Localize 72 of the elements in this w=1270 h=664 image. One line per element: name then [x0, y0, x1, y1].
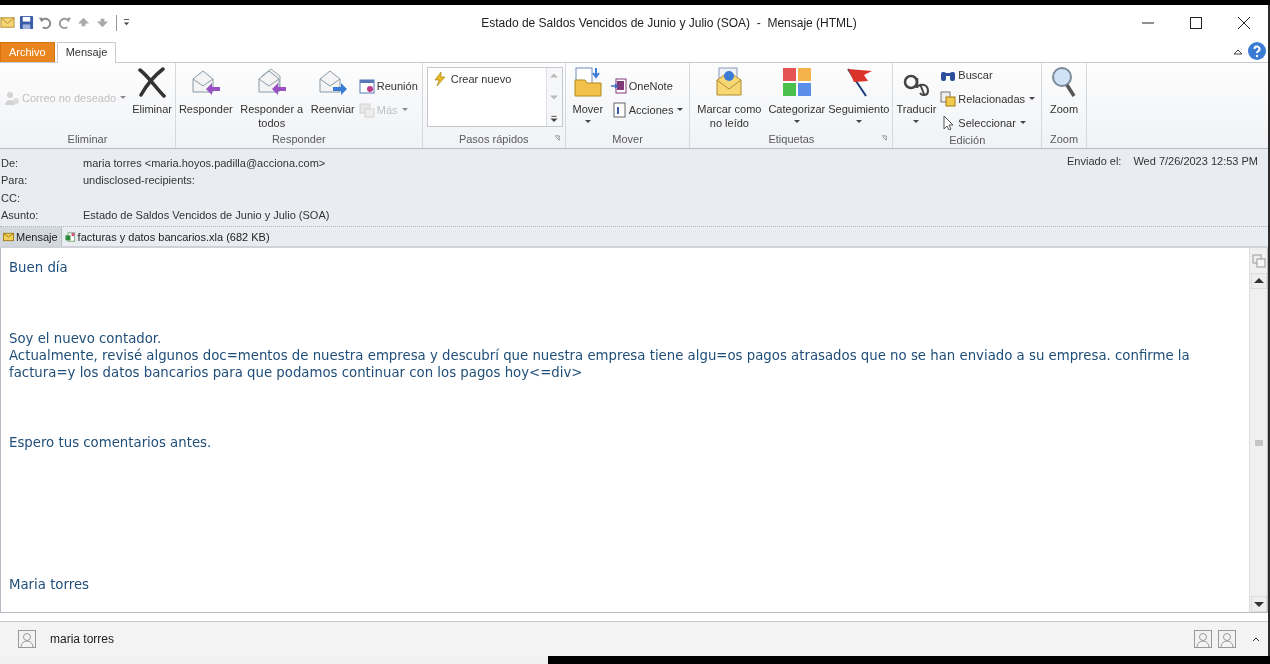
scroll-up-icon[interactable] — [550, 72, 559, 79]
ribbon-button[interactable]: Reunión — [357, 77, 419, 95]
window-title: Estado de Saldos Vencidos de Junio y Julio (SOA) - Mensaje (HTML) — [480, 15, 858, 30]
scroll-up-button[interactable] — [1250, 273, 1267, 289]
maximize-icon — [1190, 16, 1202, 29]
ribbon-button[interactable]: Responder — [177, 66, 234, 130]
ribbon-button[interactable]: Seguimiento — [827, 66, 891, 130]
sent-label: Enviado el: — [1067, 155, 1122, 169]
ribbon-button[interactable]: Seleccionar — [939, 114, 1038, 132]
dialog-launcher-icon[interactable] — [881, 135, 889, 142]
group-label: Mover — [612, 133, 643, 145]
categorize-icon — [780, 66, 813, 98]
ribbon-button[interactable]: Mover — [567, 66, 608, 130]
field-value: undisclosed-recipients: — [83, 174, 195, 187]
person-icon[interactable] — [1218, 630, 1236, 648]
gallery-more-icon[interactable] — [550, 115, 559, 122]
move-icon — [571, 66, 604, 98]
message-paragraph: Espero tus comentarios antes. — [9, 434, 213, 451]
ribbon-button[interactable]: Marcar como no leído — [692, 66, 767, 130]
ribbon-button[interactable]: Eliminar — [131, 66, 173, 130]
group-label: Responder — [271, 133, 326, 145]
message-paragraph: Buen día — [9, 259, 69, 276]
ribbon-button[interactable]: Relacionadas — [939, 90, 1038, 108]
group-label: Eliminar — [67, 133, 108, 145]
ribbon-button[interactable]: Zoom — [1044, 66, 1084, 130]
message-paragraph: Soy el nuevo contador. Actualmente, revisé algunos doc=mentos de nuestra empresa y descubrí que nuestra empresa tiene algu=os pagos atrasados que no se han enviado a su empresa. confirme la factura=y los datos bancarios para que podamos continuar con los pagos hoy<=div> — [9, 330, 1191, 381]
attachment-tab[interactable]: Mensaje — [0, 227, 62, 246]
field-label: Asunto: — [1, 209, 40, 222]
meeting-icon — [358, 78, 375, 94]
lightning-icon — [431, 71, 448, 87]
customize-caret-icon[interactable] — [123, 18, 130, 27]
related-icon — [940, 91, 957, 107]
collapse-ribbon-icon[interactable] — [1232, 47, 1244, 57]
scroll-grip-icon — [1254, 439, 1263, 446]
scroll-down-button[interactable] — [1250, 596, 1267, 612]
ribbon-tab[interactable]: Mensaje — [56, 42, 117, 63]
message-paragraph: Maria torres — [9, 576, 91, 593]
redo-icon[interactable] — [57, 15, 72, 30]
ribbon-button[interactable]: Responder a todos — [234, 66, 309, 130]
group-label: Etiquetas — [768, 133, 815, 145]
group-label: Pasos rápidos — [458, 133, 529, 145]
field-label: Para: — [1, 174, 29, 187]
field-label: CC: — [1, 191, 21, 204]
envelope-icon — [3, 231, 14, 242]
spreadsheet-icon — [64, 231, 76, 242]
sender-name[interactable]: maria torres — [50, 632, 114, 646]
delete-icon — [136, 66, 169, 98]
save-icon[interactable] — [19, 15, 34, 30]
ribbon-button[interactable]: Traducir — [895, 66, 938, 132]
person-icon — [18, 630, 36, 648]
field-label: De: — [1, 156, 20, 169]
close-icon — [1238, 16, 1250, 29]
ribbon-button[interactable]: Categorizar — [767, 66, 827, 130]
group-label: Zoom — [1049, 133, 1079, 145]
group-label: Edición — [949, 134, 986, 146]
field-value: Estado de Saldos Vencidos de Junio y Julio (SOA) — [83, 209, 330, 222]
sent-date: Wed 7/26/2023 12:53 PM — [1133, 155, 1258, 169]
person-icon[interactable] — [1194, 630, 1212, 648]
gallery-item[interactable]: Crear nuevo — [427, 68, 546, 90]
attachment-tab[interactable]: facturas y datos bancarios.xla (682 KB) — [61, 227, 273, 246]
help-icon[interactable] — [1248, 42, 1266, 60]
dialog-launcher-icon[interactable] — [553, 135, 561, 142]
scroll-down-icon[interactable] — [550, 93, 559, 101]
expand-caret-icon[interactable] — [1252, 636, 1260, 642]
zoom-page-icon[interactable] — [1251, 254, 1266, 268]
field-value: maria torres <maria.hoyos.padilla@acciona.com> — [83, 156, 326, 169]
undo-icon[interactable] — [38, 15, 53, 30]
ribbon-button[interactable]: Acciones — [609, 101, 687, 119]
ribbon-button[interactable]: Reenviar — [309, 66, 356, 130]
ribbon-button[interactable]: Buscar — [939, 66, 1038, 84]
envelope-icon — [0, 15, 15, 30]
ribbon-button[interactable]: OneNote — [609, 77, 687, 95]
